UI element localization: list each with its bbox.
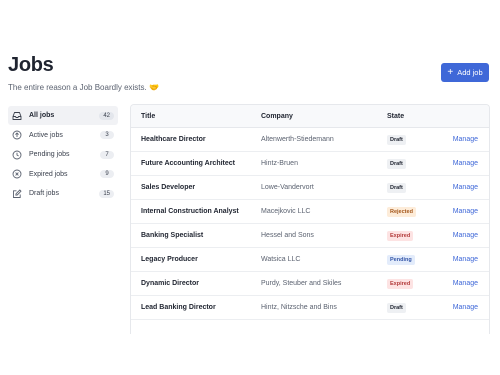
job-company: Purdy, Steuber and Skiles [261,280,342,287]
status-badge: Pending [387,254,415,265]
sidebar-item-all-jobs[interactable]: All jobs 42 [8,106,118,125]
column-header-title: Title [141,112,156,120]
count-badge: 9 [100,170,114,178]
job-title: Legacy Producer [141,256,198,263]
sidebar-item-label: Pending jobs [29,151,70,158]
jobs-table: Title Company State Healthcare Director … [130,104,490,334]
table-row: Lead Banking Director Hintz, Nitzsche an… [131,296,489,320]
status-badge: Expired [387,230,414,241]
count-badge: 42 [99,111,114,120]
column-header-company: Company [261,112,293,120]
sidebar-item-label: Active jobs [29,131,63,139]
status-badge: Draft [387,134,406,145]
manage-link[interactable]: Manage [453,184,478,191]
table-row: Sales Developer Lowe-Vandervort Draft Ma… [131,176,489,200]
job-company: Macejkovic LLC [261,208,311,215]
sidebar-item-label: Draft jobs [29,190,59,197]
job-company: Lowe-Vandervort [261,184,314,191]
table-row: Dynamic Director Purdy, Steuber and Skil… [131,272,489,296]
sidebar-item-active-jobs[interactable]: Active jobs 3 [8,126,118,145]
table-row: Healthcare Director Altenwerth-Stiedeman… [131,128,489,152]
column-header-state: State [387,112,405,120]
add-job-button[interactable]: + Add job [441,63,489,82]
count-badge: 7 [100,150,114,159]
manage-link[interactable]: Manage [453,256,478,263]
job-title: Dynamic Director [141,280,199,287]
job-title: Banking Specialist [141,232,204,239]
manage-link[interactable]: Manage [453,136,478,143]
manage-link[interactable]: Manage [453,160,478,167]
add-job-label: Add job [457,68,483,77]
job-title: Healthcare Director [141,136,206,143]
table-row: Legacy Producer Watsica LLC Pending Mana… [131,248,489,272]
job-title: Future Accounting Architect [141,160,235,167]
status-badge: Draft [387,182,406,193]
job-company: Hessel and Sons [261,232,314,239]
inbox-icon [12,111,22,121]
table-header: Title Company State [131,105,489,128]
count-badge: 3 [100,131,114,139]
job-company: Watsica LLC [261,256,301,263]
pencil-square-icon [12,189,22,199]
job-title: Internal Construction Analyst [141,208,239,215]
job-title: Lead Banking Director [141,304,216,311]
sidebar-item-pending-jobs[interactable]: Pending jobs 7 [8,145,118,164]
table-row: Future Accounting Architect Hintz-Bruen … [131,152,489,176]
manage-link[interactable]: Manage [453,304,478,311]
job-company: Hintz-Bruen [261,160,298,167]
page-title: Jobs [8,54,54,76]
count-badge: 15 [99,189,114,198]
sidebar-item-draft-jobs[interactable]: Draft jobs 15 [8,184,118,203]
sidebar: All jobs 42 Active jobs 3 Pending jobs 7… [8,106,118,204]
status-badge: Draft [387,302,406,313]
x-circle-icon [12,169,22,179]
status-badge: Expired [387,278,414,289]
manage-link[interactable]: Manage [453,280,478,287]
manage-link[interactable]: Manage [453,232,478,239]
job-company: Altenwerth-Stiedemann [261,136,334,143]
sidebar-item-expired-jobs[interactable]: Expired jobs 9 [8,165,118,184]
sidebar-item-label: All jobs [29,112,55,119]
plus-icon: + [447,66,454,78]
clock-icon [12,150,22,160]
table-row: Banking Specialist Hessel and Sons Expir… [131,224,489,248]
manage-link[interactable]: Manage [453,208,478,215]
arrow-up-circle-icon [12,130,22,140]
sidebar-item-label: Expired jobs [29,170,68,178]
job-company: Hintz, Nitzsche and Bins [261,304,337,311]
job-title: Sales Developer [141,184,196,191]
status-badge: Rejected [387,206,416,217]
page-header: Jobs The entire reason a Job Boardly exi… [8,54,159,92]
table-row: Internal Construction Analyst Macejkovic… [131,200,489,224]
page-subtitle: The entire reason a Job Boardly exists. … [8,83,159,92]
status-badge: Draft [387,158,406,169]
